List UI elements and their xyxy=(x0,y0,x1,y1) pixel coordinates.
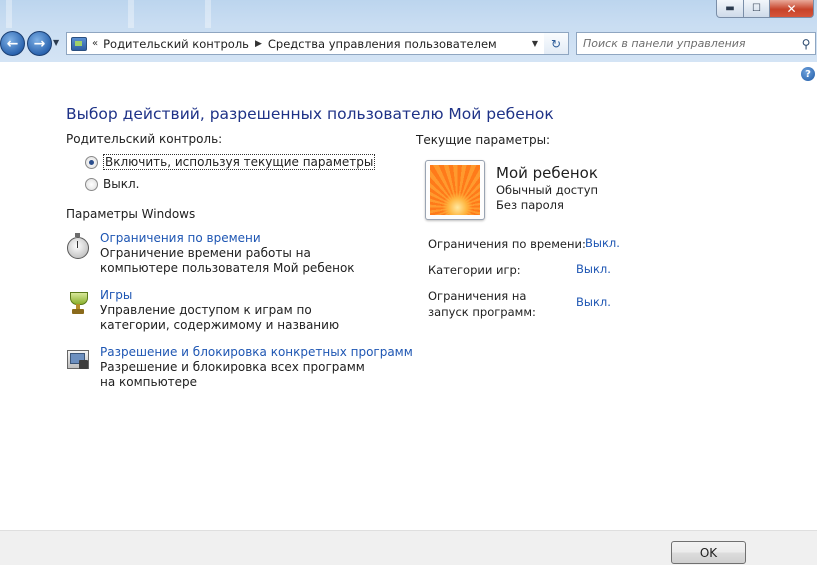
hidden-crumbs-chevron[interactable]: « xyxy=(92,38,98,49)
radio-enable-label[interactable]: Включить, используя текущие параметры xyxy=(103,154,376,170)
games-link[interactable]: Игры xyxy=(100,288,370,303)
window-controls: ▬ ☐ ✕ xyxy=(716,0,814,18)
radio-off[interactable]: Выкл. xyxy=(85,177,139,191)
close-button[interactable]: ✕ xyxy=(770,0,814,18)
trophy-icon xyxy=(66,290,90,314)
radio-off-label[interactable]: Выкл. xyxy=(103,177,139,191)
page-title: Выбор действий, разрешенных пользователю… xyxy=(66,105,554,123)
user-avatar xyxy=(425,160,485,220)
programs-link[interactable]: Разрешение и блокировка конкретных прогр… xyxy=(100,345,413,360)
back-arrow-icon: ← xyxy=(6,35,19,52)
address-bar[interactable]: « Родительский контроль ▶ Средства управ… xyxy=(66,32,545,55)
avatar-flower-picture xyxy=(430,165,480,215)
forward-arrow-icon: → xyxy=(33,35,46,52)
account-type: Обычный доступ xyxy=(496,183,599,197)
task-games: Игры Управление доступом к играм по кате… xyxy=(66,288,370,333)
stopwatch-icon xyxy=(66,233,90,259)
search-icon[interactable]: ⚲ xyxy=(797,37,815,51)
radio-off-button[interactable] xyxy=(85,177,98,191)
search-box[interactable]: ⚲ xyxy=(576,32,816,55)
breadcrumb-parental-control[interactable]: Родительский контроль xyxy=(103,37,249,51)
refresh-icon: ↻ xyxy=(550,36,562,51)
forward-button[interactable]: → xyxy=(27,31,52,56)
setting-game-categories-value[interactable]: Выкл. xyxy=(576,262,611,276)
glass-streak xyxy=(128,0,134,28)
ok-button[interactable]: OK xyxy=(671,541,746,564)
time-limits-link[interactable]: Ограничения по времени xyxy=(100,231,370,246)
radio-enable[interactable]: Включить, используя текущие параметры xyxy=(85,154,376,170)
search-input[interactable] xyxy=(577,36,797,51)
glass-streak xyxy=(205,0,211,28)
address-dropdown-icon[interactable]: ▼ xyxy=(532,39,538,48)
task-time-limits: Ограничения по времени Ограничение време… xyxy=(66,231,370,276)
minimize-button[interactable]: ▬ xyxy=(716,0,744,18)
recent-pages-dropdown[interactable]: ▼ xyxy=(53,38,59,47)
setting-program-limits-label: Ограничения на запуск программ: xyxy=(428,289,536,319)
setting-time-limits-value[interactable]: Выкл. xyxy=(585,236,620,250)
back-button[interactable]: ← xyxy=(0,31,25,56)
password-status: Без пароля xyxy=(496,198,564,212)
maximize-button[interactable]: ☐ xyxy=(744,0,770,18)
setting-time-limits-label: Ограничения по времени: xyxy=(428,237,586,251)
current-settings-label: Текущие параметры: xyxy=(416,133,551,147)
setting-game-categories-label: Категории игр: xyxy=(428,263,521,277)
setting-program-limits-value[interactable]: Выкл. xyxy=(576,295,611,309)
refresh-button[interactable]: ↻ xyxy=(544,32,569,55)
user-name: Мой ребенок xyxy=(496,164,598,182)
parental-control-label: Родительский контроль: xyxy=(66,132,223,146)
windows-settings-label: Параметры Windows xyxy=(66,207,196,221)
glass-streak xyxy=(6,0,12,28)
task-programs: Разрешение и блокировка конкретных прогр… xyxy=(66,345,413,390)
time-limits-description: Ограничение времени работы на компьютере… xyxy=(100,246,355,275)
breadcrumb-separator-icon[interactable]: ▶ xyxy=(255,39,262,49)
breadcrumb-user-controls[interactable]: Средства управления пользователем xyxy=(268,37,497,51)
programs-description: Разрешение и блокировка всех программ на… xyxy=(100,360,365,389)
control-panel-icon xyxy=(71,36,87,51)
programs-icon xyxy=(66,347,90,371)
help-icon[interactable]: ? xyxy=(801,67,815,81)
games-description: Управление доступом к играм по категории… xyxy=(100,303,340,332)
radio-enable-button[interactable] xyxy=(85,155,98,169)
